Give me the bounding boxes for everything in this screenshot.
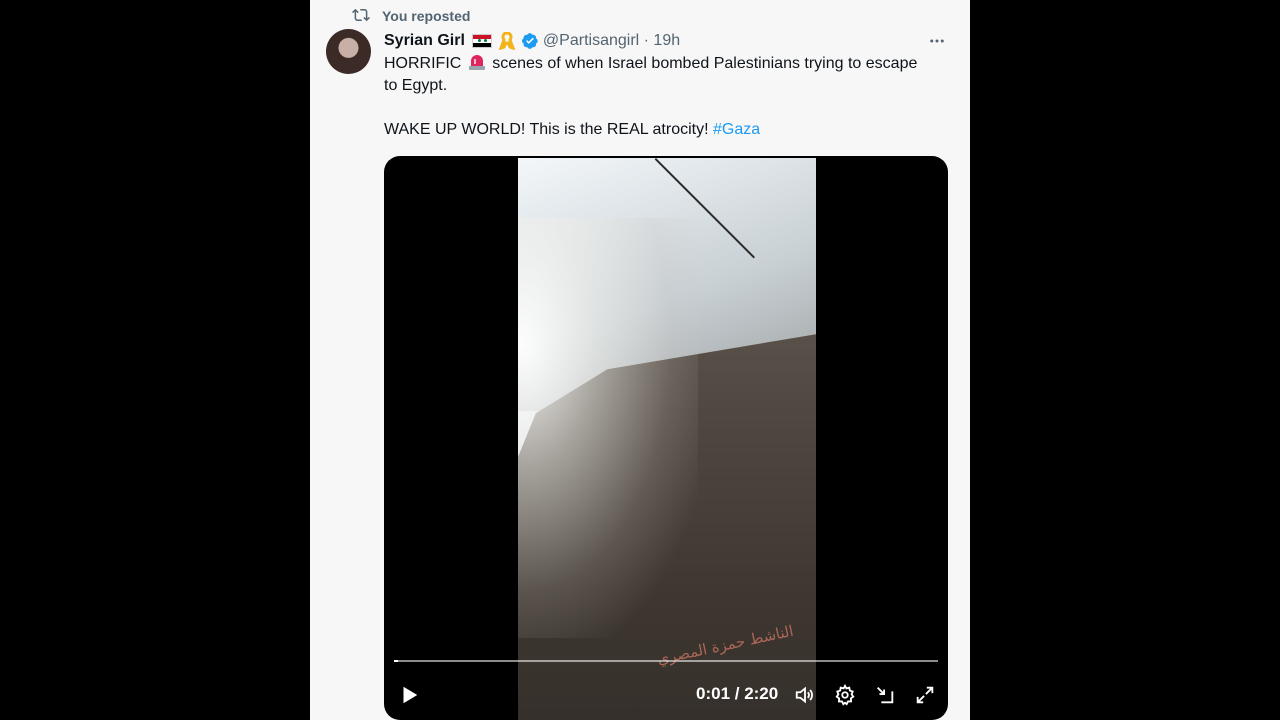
ribbon-icon bbox=[498, 31, 516, 51]
dock-icon[interactable] bbox=[870, 680, 900, 710]
repost-label: You reposted bbox=[382, 8, 471, 24]
flag-icon bbox=[471, 34, 492, 48]
tweet-text: HORRIFIC scenes of when Israel bombed Pa… bbox=[384, 53, 950, 141]
tweet-text-line: to Egypt. bbox=[384, 77, 448, 94]
tweet-text-part: WAKE UP WORLD! This is the REAL atrocity… bbox=[384, 121, 713, 138]
video-frame[interactable]: الناشط حمزة المصري bbox=[518, 158, 816, 720]
repost-icon bbox=[352, 6, 370, 27]
hashtag-link[interactable]: #Gaza bbox=[713, 121, 760, 138]
verified-icon bbox=[521, 32, 539, 50]
settings-icon[interactable] bbox=[830, 680, 860, 710]
tweet-text-part: HORRIFIC bbox=[384, 55, 466, 72]
fullscreen-icon[interactable] bbox=[910, 680, 940, 710]
more-icon[interactable] bbox=[926, 30, 948, 52]
volume-icon[interactable] bbox=[790, 680, 820, 710]
author-name[interactable]: Syrian Girl bbox=[384, 32, 465, 50]
progress-bar[interactable] bbox=[394, 660, 938, 662]
author-handle-time[interactable]: @Partisangirl · 19h bbox=[543, 32, 680, 50]
avatar[interactable] bbox=[326, 29, 371, 74]
tweet-header: Syrian Girl @Partisangirl · 19h bbox=[384, 30, 954, 52]
time-readout: 0:01 / 2:20 bbox=[696, 684, 779, 703]
play-icon[interactable] bbox=[394, 680, 424, 710]
tweet-text-part: scenes of when Israel bombed Palestinian… bbox=[487, 55, 918, 72]
video-controls: 0:01 / 2:20 bbox=[384, 680, 948, 710]
siren-icon bbox=[468, 53, 486, 71]
tweet-card[interactable]: You reposted Syrian Girl @Partisangirl ·… bbox=[310, 0, 970, 720]
progress-fill bbox=[394, 660, 398, 662]
tweet-text-spacer bbox=[384, 97, 950, 119]
video-player[interactable]: الناشط حمزة المصري 0:01 / 2:20 bbox=[384, 156, 948, 720]
repost-indicator: You reposted bbox=[352, 7, 470, 25]
